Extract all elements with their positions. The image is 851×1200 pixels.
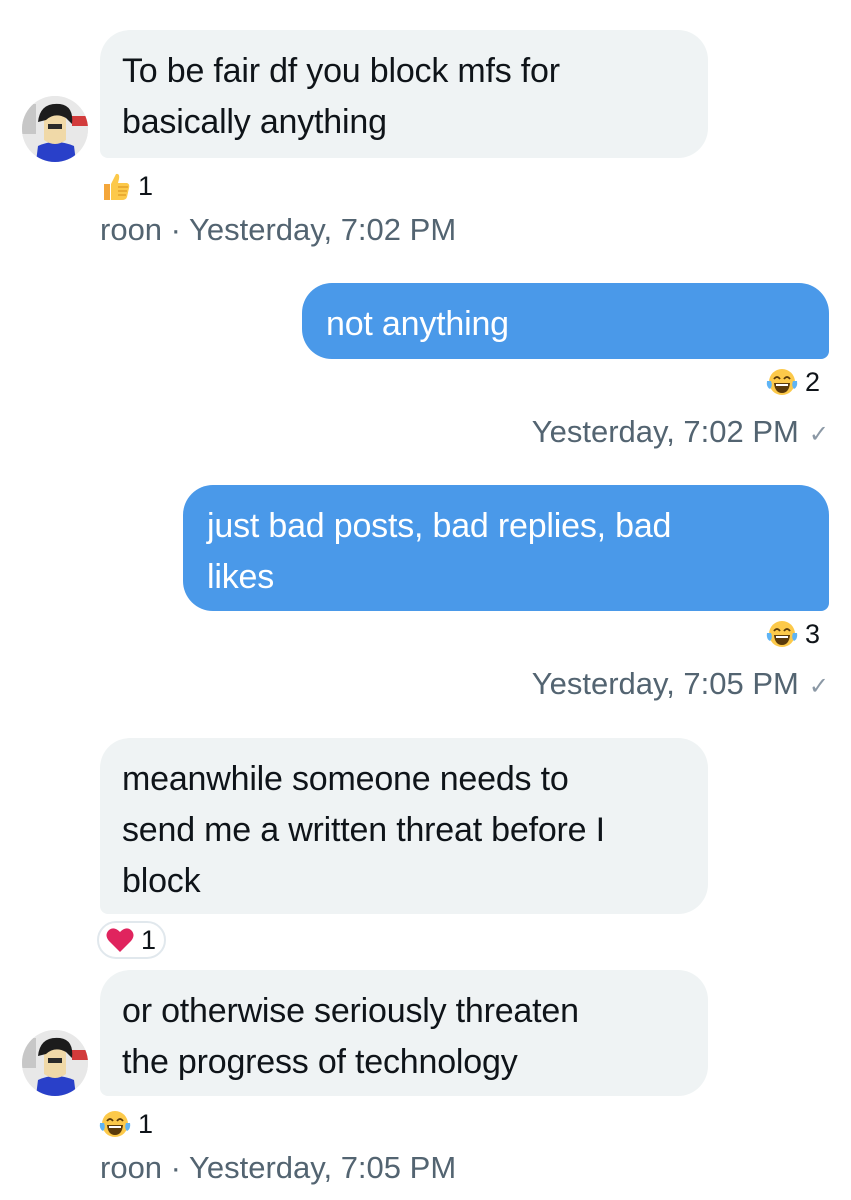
sent-check-icon: ✓ — [808, 421, 829, 448]
message-timestamp: Yesterday, 7:05 PM — [531, 666, 799, 701]
avatar-image — [22, 1030, 88, 1096]
reaction-laughing[interactable]: 1 — [98, 1108, 153, 1140]
laughing-crying-icon — [766, 369, 798, 395]
laughing-crying-icon — [99, 1111, 131, 1137]
message-bubble-outgoing[interactable]: not anything — [302, 283, 829, 359]
message-meta: roon · Yesterday, 7:05 PM — [100, 1150, 457, 1185]
message-timestamp: Yesterday, 7:02 PM — [531, 414, 799, 449]
message-meta: roon · Yesterday, 7:02 PM — [100, 212, 457, 247]
avatar[interactable] — [22, 96, 88, 162]
thumbs-up-icon — [104, 173, 130, 200]
sent-check-icon: ✓ — [808, 673, 829, 700]
reaction-thumbs-up[interactable]: 1 — [100, 170, 153, 202]
reaction-count: 3 — [805, 619, 821, 649]
message-bubble-incoming[interactable]: meanwhile someone needs to send me a wri… — [100, 738, 708, 914]
message-meta: Yesterday, 7:02 PM ✓ — [532, 414, 829, 453]
reaction-laughing[interactable]: 2 — [765, 366, 820, 398]
reaction-laughing[interactable]: 3 — [765, 618, 820, 650]
laughing-crying-icon — [766, 621, 798, 647]
avatar[interactable] — [22, 1030, 88, 1096]
heart-icon — [106, 928, 134, 952]
reaction-count: 1 — [141, 925, 157, 955]
avatar-image — [22, 96, 88, 162]
reaction-heart[interactable]: 1 — [97, 921, 167, 959]
reaction-count: 1 — [138, 171, 154, 201]
message-bubble-incoming[interactable]: To be fair df you block mfs for basicall… — [100, 30, 708, 158]
message-bubble-outgoing[interactable]: just bad posts, bad replies, bad likes — [183, 485, 829, 611]
message-bubble-incoming[interactable]: or otherwise seriously threaten the prog… — [100, 970, 708, 1096]
reaction-count: 2 — [805, 367, 821, 397]
message-meta: Yesterday, 7:05 PM ✓ — [532, 666, 829, 705]
reaction-count: 1 — [138, 1109, 154, 1139]
